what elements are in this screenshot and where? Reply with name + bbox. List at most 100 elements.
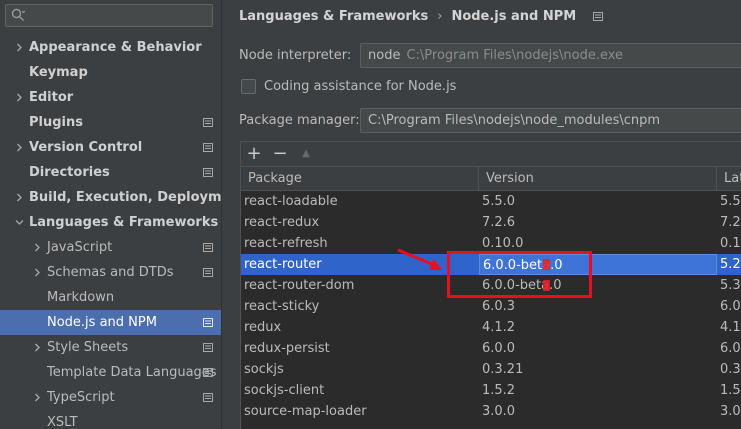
package-manager-field[interactable]: C:\Program Files\nodejs\node_modules\cnp… bbox=[360, 108, 741, 133]
sidebar-item-label: Version Control bbox=[29, 140, 143, 155]
annotation-arrow-icon bbox=[397, 248, 442, 270]
cell-package: react-router-dom bbox=[244, 278, 355, 293]
redaction-mark bbox=[543, 280, 550, 291]
table-row[interactable]: source-map-loader 3.0.0 3.0. bbox=[241, 401, 741, 422]
table-row[interactable]: redux 4.1.2 4.1. bbox=[241, 317, 741, 338]
settings-search-input[interactable] bbox=[5, 4, 213, 27]
column-package[interactable]: Package bbox=[241, 167, 479, 191]
table-row[interactable]: redux-persist 6.0.0 6.0. bbox=[241, 338, 741, 359]
sidebar-item[interactable]: Version Control bbox=[0, 135, 221, 160]
cell-version: 7.2.6 bbox=[482, 215, 516, 230]
node-interpreter-field[interactable]: node C:\Program Files\nodejs\node.exe bbox=[360, 43, 741, 68]
cell-latest: 5.5. bbox=[720, 194, 741, 209]
cell-package: redux-persist bbox=[244, 341, 330, 356]
sidebar-item[interactable]: Keymap bbox=[0, 60, 221, 85]
cell-package bbox=[241, 422, 479, 429]
chevron-down-icon[interactable] bbox=[14, 210, 24, 235]
sidebar-item-label: Node.js and NPM bbox=[47, 315, 157, 330]
project-settings-icon bbox=[592, 12, 603, 21]
table-row[interactable]: react-redux 7.2.6 7.2. bbox=[241, 212, 741, 233]
project-settings-icon bbox=[203, 393, 213, 402]
coding-assistance-label[interactable]: Coding assistance for Node.js bbox=[264, 78, 456, 96]
chevron-right-icon[interactable] bbox=[32, 385, 42, 410]
add-package-button[interactable]: + bbox=[244, 144, 264, 164]
sidebar-item[interactable]: XSLT bbox=[0, 410, 221, 429]
sidebar-item-label: Markdown bbox=[47, 290, 115, 305]
table-row[interactable]: react-sticky 6.0.3 6.0. bbox=[241, 296, 741, 317]
breadcrumb-current: Node.js and NPM bbox=[451, 9, 577, 24]
cell-version: 3.0.0 bbox=[482, 404, 516, 419]
redaction-mark bbox=[543, 259, 550, 270]
settings-sidebar: Appearance & Behavior Keymap Editor Plugins… bbox=[0, 0, 222, 429]
cell-latest: 5.3. bbox=[720, 278, 741, 293]
cell-package: source-map-loader bbox=[244, 404, 367, 419]
cell-package: react-loadable bbox=[244, 194, 338, 209]
table-header: Package Version Lat bbox=[241, 167, 741, 191]
breadcrumb-parent[interactable]: Languages & Frameworks bbox=[239, 9, 428, 24]
column-latest[interactable]: Lat bbox=[717, 167, 741, 191]
sidebar-item[interactable]: Editor bbox=[0, 85, 221, 110]
sidebar-item[interactable]: Markdown bbox=[0, 285, 221, 310]
sidebar-item[interactable]: Style Sheets bbox=[0, 335, 221, 360]
sidebar-item-label: Schemas and DTDs bbox=[47, 265, 174, 280]
sidebar-item[interactable]: Directories bbox=[0, 160, 221, 185]
sidebar-item-label: JavaScript bbox=[47, 240, 113, 255]
sidebar-item-label: Keymap bbox=[29, 65, 88, 80]
sidebar-item-label: Style Sheets bbox=[47, 340, 129, 355]
upgrade-package-button[interactable]: ▲ bbox=[296, 144, 316, 164]
sidebar-item-label: Editor bbox=[29, 90, 74, 105]
sidebar-item[interactable]: Node.js and NPM bbox=[0, 310, 221, 335]
sidebar-item[interactable]: Template Data Languages bbox=[0, 360, 221, 385]
chevron-right-icon[interactable] bbox=[14, 85, 24, 110]
coding-assistance-checkbox[interactable] bbox=[241, 79, 256, 94]
sidebar-item-label: Languages & Frameworks bbox=[29, 215, 219, 230]
cell-package: react-sticky bbox=[244, 299, 320, 314]
sidebar-item[interactable]: JavaScript bbox=[0, 235, 221, 260]
cell-package: sockjs-client bbox=[244, 383, 325, 398]
project-settings-icon bbox=[203, 243, 213, 252]
sidebar-item[interactable]: Plugins bbox=[0, 110, 221, 135]
project-settings-icon bbox=[203, 143, 213, 152]
cell-latest: 3.0. bbox=[720, 404, 741, 419]
cell-latest: 4.1. bbox=[720, 320, 741, 335]
packages-toolbar: + − ▲ bbox=[241, 142, 741, 167]
chevron-right-icon[interactable] bbox=[14, 135, 24, 160]
table-row[interactable]: sockjs-client 1.5.2 1.5. bbox=[241, 380, 741, 401]
sidebar-item[interactable]: Build, Execution, Deployment bbox=[0, 185, 222, 210]
cell-latest: 5.2. bbox=[720, 257, 741, 272]
cell-version: 1.5.2 bbox=[482, 383, 516, 398]
interpreter-name: node bbox=[368, 48, 401, 63]
node-interpreter-label: Node interpreter: bbox=[239, 48, 352, 63]
sidebar-item-label: TypeScript bbox=[47, 390, 115, 405]
sidebar-item[interactable]: Appearance & Behavior bbox=[0, 35, 221, 60]
cell-latest: 6.0. bbox=[720, 299, 741, 314]
cell-version: 4.1.2 bbox=[482, 320, 516, 335]
sidebar-item[interactable]: Languages & Frameworks bbox=[0, 210, 221, 235]
sidebar-item-label: XSLT bbox=[47, 415, 78, 429]
sidebar-item[interactable]: TypeScript bbox=[0, 385, 221, 410]
sidebar-item-label: Build, Execution, Deployment bbox=[29, 190, 222, 205]
table-row[interactable]: react-loadable 5.5.0 5.5. bbox=[241, 191, 741, 212]
remove-package-button[interactable]: − bbox=[270, 144, 290, 164]
column-version[interactable]: Version bbox=[479, 167, 717, 191]
table-row[interactable]: sockjs 0.3.21 0.3. bbox=[241, 359, 741, 380]
table-row[interactable] bbox=[241, 422, 741, 429]
sidebar-item[interactable]: Schemas and DTDs bbox=[0, 260, 221, 285]
sidebar-item-label: Template Data Languages bbox=[47, 365, 217, 380]
sidebar-item-label: Appearance & Behavior bbox=[29, 40, 202, 55]
interpreter-path: C:\Program Files\nodejs\node.exe bbox=[406, 48, 624, 63]
chevron-right-icon[interactable] bbox=[32, 260, 42, 285]
chevron-right-icon[interactable] bbox=[14, 35, 24, 60]
chevron-right-icon[interactable] bbox=[14, 185, 24, 210]
annotation-highlight-box bbox=[447, 251, 592, 298]
cell-package: sockjs bbox=[244, 362, 284, 377]
cell-version: 5.5.0 bbox=[482, 194, 516, 209]
chevron-right-icon[interactable] bbox=[32, 335, 42, 360]
chevron-right-icon[interactable] bbox=[32, 235, 42, 260]
search-icon bbox=[11, 8, 25, 21]
cell-version: 6.0.0 bbox=[482, 341, 516, 356]
cell-latest: 7.2. bbox=[720, 215, 741, 230]
project-settings-icon bbox=[203, 318, 213, 327]
sidebar-item-label: Plugins bbox=[29, 115, 83, 130]
project-settings-icon bbox=[203, 368, 213, 377]
